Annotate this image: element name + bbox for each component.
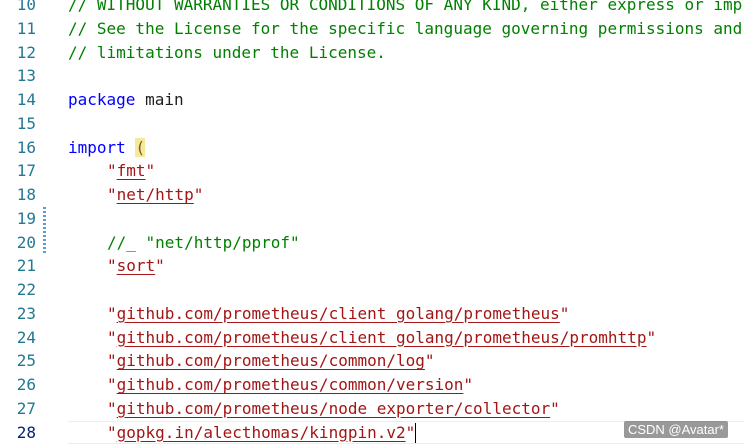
quote-close: " [424, 351, 435, 371]
quote-open: " [107, 422, 117, 442]
import-path[interactable]: github.com/prometheus/common/log [117, 351, 425, 370]
quote-close: " [550, 398, 560, 418]
import-path[interactable]: net/http [117, 185, 194, 204]
line-number: 22 [16, 280, 36, 299]
line-code: import ( [68, 136, 146, 160]
line-number: 18 [16, 185, 36, 204]
quote-close: " [405, 422, 416, 442]
line-code: "github.com/prometheus/node_exporter/col… [68, 397, 560, 421]
line-number: 27 [16, 398, 36, 418]
line-number: 20 [16, 232, 36, 252]
line-code: "net/http" [68, 183, 203, 207]
line-code: "github.com/prometheus/client_golang/pro… [68, 326, 656, 350]
code-line[interactable]: 18 "net/http" [0, 183, 744, 207]
line-code: //_ "net/http/pprof" [68, 231, 300, 255]
line-code: package main [68, 88, 184, 112]
line-code: "fmt" [68, 159, 155, 183]
quote-close: " [559, 303, 570, 323]
quote-open: " [107, 327, 117, 347]
text-cursor [415, 423, 417, 443]
code-line[interactable]: 20 //_ "net/http/pprof" [0, 230, 744, 255]
line-number: 16 [16, 137, 36, 157]
quote-open: " [107, 375, 117, 394]
quote-close: " [463, 375, 474, 394]
import-path[interactable]: sort [117, 256, 156, 275]
quote-open: " [107, 161, 117, 181]
code-line[interactable]: 17 "fmt" [0, 159, 744, 183]
line-number: 13 [16, 66, 36, 86]
line-code: "github.com/prometheus/client_golang/pro… [68, 302, 569, 326]
line-number: 28 [16, 422, 36, 442]
package-name: main [145, 90, 184, 109]
quote-open: " [107, 185, 117, 204]
quote-open: " [107, 256, 117, 276]
comment-text: //_ "net/http/pprof" [107, 232, 300, 252]
import-path[interactable]: github.com/prometheus/client_golang/prom… [117, 304, 560, 323]
code-line[interactable]: 11 // See the License for the specific la… [0, 17, 744, 41]
line-code: "github.com/prometheus/common/version" [68, 373, 473, 397]
line-code: // WITHOUT WARRANTIES OR CONDITIONS OF A… [68, 0, 744, 17]
import-path[interactable]: fmt [117, 161, 146, 180]
code-line[interactable]: 12 // limitations under the License. [0, 41, 744, 65]
watermark: CSDN @Avatar* [623, 421, 728, 438]
import-path[interactable]: github.com/prometheus/common/version [117, 375, 464, 394]
quote-close: " [193, 185, 204, 204]
code-line[interactable]: 21 "sort" [0, 254, 744, 278]
line-code: // limitations under the License. [68, 41, 386, 65]
comment-text: // See the License for the specific lang… [68, 18, 743, 38]
quote-open: " [107, 398, 117, 418]
open-paren: ( [135, 137, 146, 157]
line-number: 15 [16, 113, 36, 133]
line-number: 17 [16, 161, 36, 181]
import-path[interactable]: github.com/prometheus/node_exporter/coll… [117, 399, 550, 418]
line-number: 12 [16, 42, 36, 62]
code-line[interactable]: 13 [0, 64, 744, 88]
line-number: 26 [16, 375, 36, 394]
line-code: "gopkg.in/alecthomas/kingpin.v2" [68, 421, 417, 445]
line-number: 10 [16, 0, 36, 14]
line-number: 21 [16, 256, 36, 276]
line-number: 11 [16, 18, 36, 38]
line-number: 14 [16, 90, 36, 109]
quote-open: " [107, 303, 117, 323]
import-path[interactable]: github.com/prometheus/client_golang/prom… [117, 328, 647, 347]
code-line[interactable]: 10 // WITHOUT WARRANTIES OR CONDITIONS OF… [0, 0, 744, 17]
quote-close: " [155, 256, 165, 276]
code-line[interactable]: 23 "github.com/prometheus/client_golang/p… [0, 302, 744, 326]
quote-close: " [145, 161, 156, 181]
code-line[interactable]: 14 package main [0, 88, 744, 112]
line-number: 25 [16, 351, 36, 371]
modified-line-marker [43, 230, 46, 255]
line-number: 23 [16, 303, 36, 323]
code-line[interactable]: 16 import ( [0, 136, 744, 160]
code-line[interactable]: 27 "github.com/prometheus/node_exporter/c… [0, 397, 744, 421]
code-line[interactable]: 22 [0, 278, 744, 302]
comment-text: // limitations under the License. [68, 42, 386, 62]
modified-line-marker [43, 206, 46, 231]
code-line[interactable]: 25 "github.com/prometheus/common/log" [0, 349, 744, 373]
quote-close: " [646, 327, 657, 347]
import-keyword: import [68, 137, 126, 157]
package-keyword: package [68, 90, 136, 109]
comment-text: // WITHOUT WARRANTIES OR CONDITIONS OF A… [68, 0, 744, 14]
editor-lines: 10 // WITHOUT WARRANTIES OR CONDITIONS OF… [0, 0, 744, 446]
code-line[interactable]: 15 [0, 112, 744, 136]
line-number: 19 [16, 208, 36, 228]
quote-open: " [107, 351, 117, 371]
line-code: "sort" [68, 254, 165, 278]
code-line[interactable]: 24 "github.com/prometheus/client_golang/p… [0, 326, 744, 350]
import-path[interactable]: gopkg.in/alecthomas/kingpin.v2 [117, 423, 406, 442]
code-line[interactable]: 19 [0, 206, 744, 231]
line-code: // See the License for the specific lang… [68, 17, 742, 41]
line-code: "github.com/prometheus/common/log" [68, 349, 435, 373]
line-number: 24 [16, 327, 36, 347]
code-line[interactable]: 26 "github.com/prometheus/common/version" [0, 373, 744, 397]
code-editor[interactable]: 10 // WITHOUT WARRANTIES OR CONDITIONS OF… [0, 0, 744, 446]
